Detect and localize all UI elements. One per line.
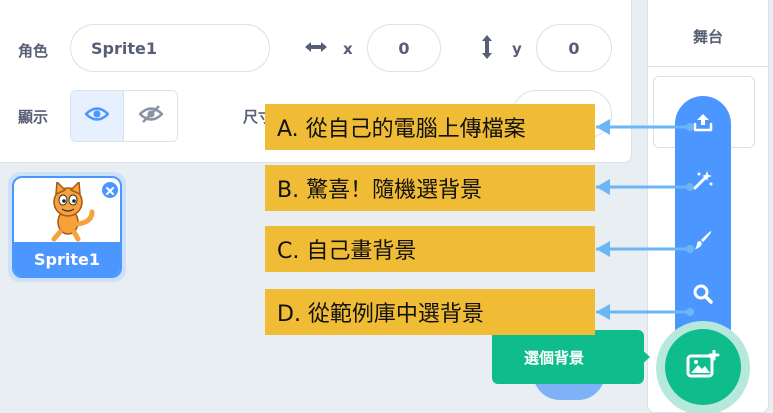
callout-paint: C. 自己畫背景 <box>265 226 595 272</box>
sprite-tile[interactable]: Sprite1 <box>8 172 126 282</box>
show-visible-button[interactable] <box>71 91 125 141</box>
y-label: y <box>512 40 522 58</box>
eye-slash-icon <box>137 104 164 128</box>
upload-icon <box>692 111 714 137</box>
scratch-editor: 角色 Sprite1 x 0 y 0 顯示 尺寸 Sprite1 舞台 選個背景… <box>0 0 773 413</box>
eye-icon <box>84 106 110 126</box>
sprite-tile-name: Sprite1 <box>14 242 120 276</box>
paint-icon <box>692 229 714 255</box>
stage-divider <box>648 66 768 67</box>
callout-search: D. 從範例庫中選背景 <box>265 289 595 335</box>
x-arrows-icon <box>303 36 329 62</box>
search-backdrop-button[interactable] <box>689 282 717 310</box>
search-icon <box>692 283 714 309</box>
x-input[interactable]: 0 <box>367 24 441 72</box>
delete-sprite-button[interactable] <box>100 180 120 200</box>
sprite-label: 角色 <box>18 42 49 60</box>
show-hidden-button[interactable] <box>124 91 177 141</box>
callout-upload: A. 從自己的電腦上傳檔案 <box>265 104 595 150</box>
callout-surprise: B. 驚喜！隨機選背景 <box>265 165 595 211</box>
backdrop-icon <box>686 349 720 384</box>
cat-sprite-image <box>51 182 95 242</box>
y-arrows-icon <box>476 33 498 65</box>
surprise-icon <box>692 169 714 195</box>
close-icon <box>105 181 115 200</box>
paint-backdrop-button[interactable] <box>689 228 717 256</box>
choose-backdrop-button[interactable] <box>665 329 741 405</box>
x-label: x <box>343 40 353 58</box>
surprise-backdrop-button[interactable] <box>689 168 717 196</box>
upload-backdrop-button[interactable] <box>689 110 717 138</box>
show-label: 顯示 <box>18 108 49 126</box>
y-input[interactable]: 0 <box>536 24 612 72</box>
sprite-name-input[interactable]: Sprite1 <box>70 24 270 72</box>
stage-title: 舞台 <box>692 28 723 46</box>
tooltip-pointer <box>640 348 650 366</box>
visibility-toggle <box>70 90 178 142</box>
choose-backdrop-tooltip: 選個背景 <box>492 330 644 384</box>
